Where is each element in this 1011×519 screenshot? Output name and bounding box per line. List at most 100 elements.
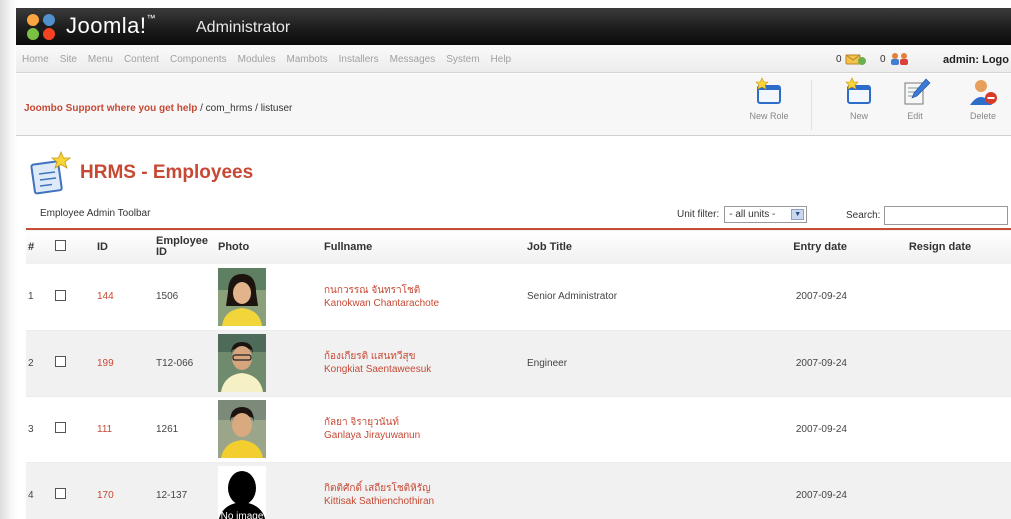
users-icon — [890, 53, 908, 65]
table-row[interactable]: 4 170 12-137 No image กิตติศักดิ์ เสถียร… — [26, 462, 1011, 519]
row-id: 199 — [95, 330, 154, 396]
unit-filter-value: - all units - — [729, 209, 776, 220]
new-role-button[interactable]: New Role — [744, 77, 794, 133]
menu-item-modules[interactable]: Modules — [238, 54, 276, 65]
edit-icon — [904, 78, 931, 105]
employee-name-english[interactable]: Kanokwan Chantarachote — [324, 297, 523, 310]
row-id: 144 — [95, 264, 154, 330]
row-photo-cell — [216, 330, 322, 396]
row-resign-date — [869, 330, 1011, 396]
employee-name-english[interactable]: Ganlaya Jirayuwanun — [324, 429, 523, 442]
row-checkbox[interactable] — [55, 422, 66, 433]
joomla-logo-icon — [27, 14, 55, 40]
column-header-employee-id[interactable]: Employee ID — [154, 229, 216, 264]
row-employee-id: 1506 — [156, 291, 179, 303]
search-input[interactable] — [884, 206, 1009, 225]
delete-user-icon — [970, 80, 997, 105]
table-row[interactable]: 1 144 1506 กนกวรรณ จันทราโชติ Kanokwan C… — [26, 264, 1011, 330]
user-list-icon — [30, 150, 72, 195]
row-select-cell — [53, 264, 95, 330]
messages-count: 0 — [836, 53, 842, 65]
row-number: 3 — [28, 423, 34, 435]
breadcrumb-support-link[interactable]: Joombo Support where you get help — [24, 103, 197, 114]
column-header-resign-date[interactable]: Resign date — [869, 229, 1011, 264]
row-job-title: Engineer — [527, 357, 568, 369]
users-indicator[interactable]: 0 — [880, 52, 911, 66]
row-id-link[interactable]: 111 — [97, 424, 112, 435]
page-title: HRMS - Employees — [80, 162, 254, 183]
column-header-photo: Photo — [218, 241, 250, 253]
column-header-job-title[interactable]: Job Title — [525, 229, 749, 264]
row-resign-date — [869, 396, 1011, 462]
row-id: 170 — [95, 462, 154, 519]
search-area: Search: — [846, 206, 1009, 225]
column-header-fullname[interactable]: Fullname — [322, 229, 525, 264]
row-entry-date: 2007-09-24 — [795, 489, 847, 501]
menu-item-help[interactable]: Help — [491, 54, 512, 65]
row-id-link[interactable]: 199 — [97, 358, 114, 369]
delete-label: Delete — [969, 111, 996, 121]
row-resign-date — [869, 264, 1011, 330]
menu-item-menu[interactable]: Menu — [88, 54, 113, 65]
table-row[interactable]: 2 199 T12-066 ก้องเกียรติ แสนทวีสุข Kong… — [26, 330, 1011, 396]
menu-item-installers[interactable]: Installers — [339, 54, 379, 65]
select-all-checkbox[interactable] — [55, 240, 66, 251]
edit-button[interactable]: Edit — [890, 77, 940, 133]
row-checkbox[interactable] — [55, 488, 66, 499]
unit-filter-select[interactable]: - all units - ▼ — [724, 206, 808, 223]
row-employee-id: T12-066 — [156, 357, 194, 369]
delete-button[interactable]: Delete — [958, 77, 1008, 133]
admin-logout-link[interactable]: admin: Logo — [943, 54, 1009, 66]
admin-header: Joomla!™ Administrator — [16, 8, 1011, 45]
no-image-label: No image — [220, 511, 264, 519]
row-checkbox[interactable] — [55, 289, 66, 301]
menu-item-messages[interactable]: Messages — [390, 54, 436, 65]
row-number: 1 — [28, 291, 34, 303]
row-entry-date: 2007-09-24 — [795, 291, 847, 303]
sub-toolbar-label: Employee Admin Toolbar — [40, 208, 151, 219]
breadcrumb-path: / com_hrms / listuser — [197, 103, 293, 114]
column-header-select — [53, 229, 95, 264]
row-employee-id: 12-137 — [156, 489, 188, 501]
employee-photo — [218, 267, 266, 326]
row-fullname: ก้องเกียรติ แสนทวีสุข Kongkiat Saentawee… — [322, 330, 525, 396]
new-button[interactable]: New — [834, 77, 884, 133]
employee-name-english[interactable]: Kittisak Sathienchothiran — [324, 495, 523, 508]
row-job-title: Senior Administrator — [527, 291, 618, 303]
employee-name-thai[interactable]: กิตติศักดิ์ เสถียรโชติหิรัญ — [324, 482, 523, 495]
row-number: 4 — [28, 489, 34, 501]
no-image-placeholder: No image — [218, 466, 266, 519]
action-toolbar: Joombo Support where you get help / com_… — [16, 74, 1011, 136]
employee-photo — [218, 400, 266, 458]
employee-name-thai[interactable]: ก้องเกียรติ แสนทวีสุข — [324, 350, 523, 363]
column-header-entry-date[interactable]: Entry date — [749, 229, 869, 264]
main-menu-bar: Home Site Menu Content Components Module… — [16, 45, 1011, 73]
messages-indicator[interactable]: 0 — [836, 52, 867, 66]
row-id-link[interactable]: 144 — [97, 291, 114, 302]
row-id-link[interactable]: 170 — [97, 490, 114, 501]
table-row[interactable]: 3 111 1261 กัลยา จิรายุวนันท์ Ganlaya Ji… — [26, 396, 1011, 462]
row-number: 2 — [28, 357, 34, 369]
unit-filter-label: Unit filter: — [677, 209, 720, 220]
menu-item-components[interactable]: Components — [170, 54, 227, 65]
row-fullname: กนกวรรณ จันทราโชติ Kanokwan Chantarachot… — [322, 264, 525, 330]
row-select-cell — [53, 330, 95, 396]
row-select-cell — [53, 462, 95, 519]
menu-item-system[interactable]: System — [446, 54, 479, 65]
menu-item-home[interactable]: Home — [22, 54, 49, 65]
menu-item-mambots[interactable]: Mambots — [286, 54, 327, 65]
row-checkbox[interactable] — [55, 356, 66, 367]
unit-filter: Unit filter: - all units - ▼ — [677, 206, 808, 223]
toolbar-divider — [811, 80, 812, 130]
row-job-title — [525, 462, 749, 519]
row-photo-cell — [216, 396, 322, 462]
menu-item-content[interactable]: Content — [124, 54, 159, 65]
employee-name-thai[interactable]: กนกวรรณ จันทราโชติ — [324, 284, 523, 297]
employee-name-thai[interactable]: กัลยา จิรายุวนันท์ — [324, 416, 523, 429]
brand-name: Joomla!™ — [66, 13, 157, 38]
column-header-id[interactable]: ID — [95, 229, 154, 264]
menu-item-site[interactable]: Site — [60, 54, 77, 65]
mail-icon — [845, 54, 866, 65]
column-header-num: # — [28, 241, 35, 253]
employee-name-english[interactable]: Kongkiat Saentaweesuk — [324, 363, 523, 376]
